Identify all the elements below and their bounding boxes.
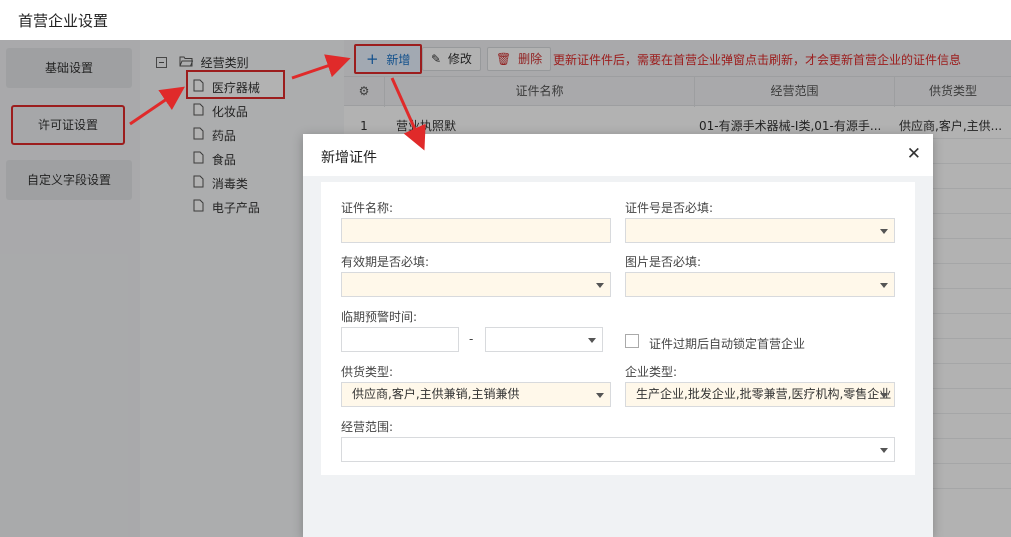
chevron-down-icon xyxy=(596,393,604,398)
modal-title: 新增证件 xyxy=(321,150,377,166)
company-type-value: 生产企业,批发企业,批零兼营,医疗机构,零售企业 xyxy=(636,387,892,401)
chevron-down-icon xyxy=(880,229,888,234)
expiry-warning-value-input[interactable] xyxy=(341,327,459,352)
chevron-down-icon xyxy=(880,393,888,398)
supply-type-value: 供应商,客户,主供兼销,主销兼供 xyxy=(352,387,520,401)
chevron-down-icon xyxy=(880,283,888,288)
chevron-down-icon xyxy=(588,338,596,343)
chevron-down-icon xyxy=(596,283,604,288)
modal-header: 新增证件 ✕ xyxy=(303,134,933,176)
company-type-label: 企业类型: xyxy=(625,365,678,379)
cert-name-label: 证件名称: xyxy=(341,201,394,215)
expiry-warning-label: 临期预警时间: xyxy=(341,310,418,324)
page-header: 首营企业设置 xyxy=(0,0,1011,40)
cert-no-required-label: 证件号是否必填: xyxy=(625,201,714,215)
supply-type-label: 供货类型: xyxy=(341,365,394,379)
cert-no-required-select[interactable] xyxy=(625,218,895,243)
add-cert-modal: 新增证件 ✕ 证件名称: 证件号是否必填: 有效期是否必填: 图片是否必填: 临… xyxy=(303,134,933,537)
business-scope-select[interactable] xyxy=(341,437,895,462)
expiry-warning-unit-select[interactable] xyxy=(485,327,603,352)
auto-lock-label: 证件过期后自动锁定首营企业 xyxy=(649,337,806,351)
validity-required-select[interactable] xyxy=(341,272,611,297)
validity-required-label: 有效期是否必填: xyxy=(341,255,430,269)
cert-form: 证件名称: 证件号是否必填: 有效期是否必填: 图片是否必填: 临期预警时间: … xyxy=(321,182,915,475)
range-separator: - xyxy=(469,332,474,346)
cert-name-input[interactable] xyxy=(341,218,611,243)
image-required-label: 图片是否必填: xyxy=(625,255,702,269)
business-scope-label: 经营范围: xyxy=(341,420,394,434)
company-type-select[interactable]: 生产企业,批发企业,批零兼营,医疗机构,零售企业 xyxy=(625,382,895,407)
close-icon[interactable]: ✕ xyxy=(907,144,921,164)
image-required-select[interactable] xyxy=(625,272,895,297)
chevron-down-icon xyxy=(880,448,888,453)
auto-lock-checkbox[interactable] xyxy=(625,334,639,348)
page-title: 首营企业设置 xyxy=(18,12,109,30)
supply-type-select[interactable]: 供应商,客户,主供兼销,主销兼供 xyxy=(341,382,611,407)
